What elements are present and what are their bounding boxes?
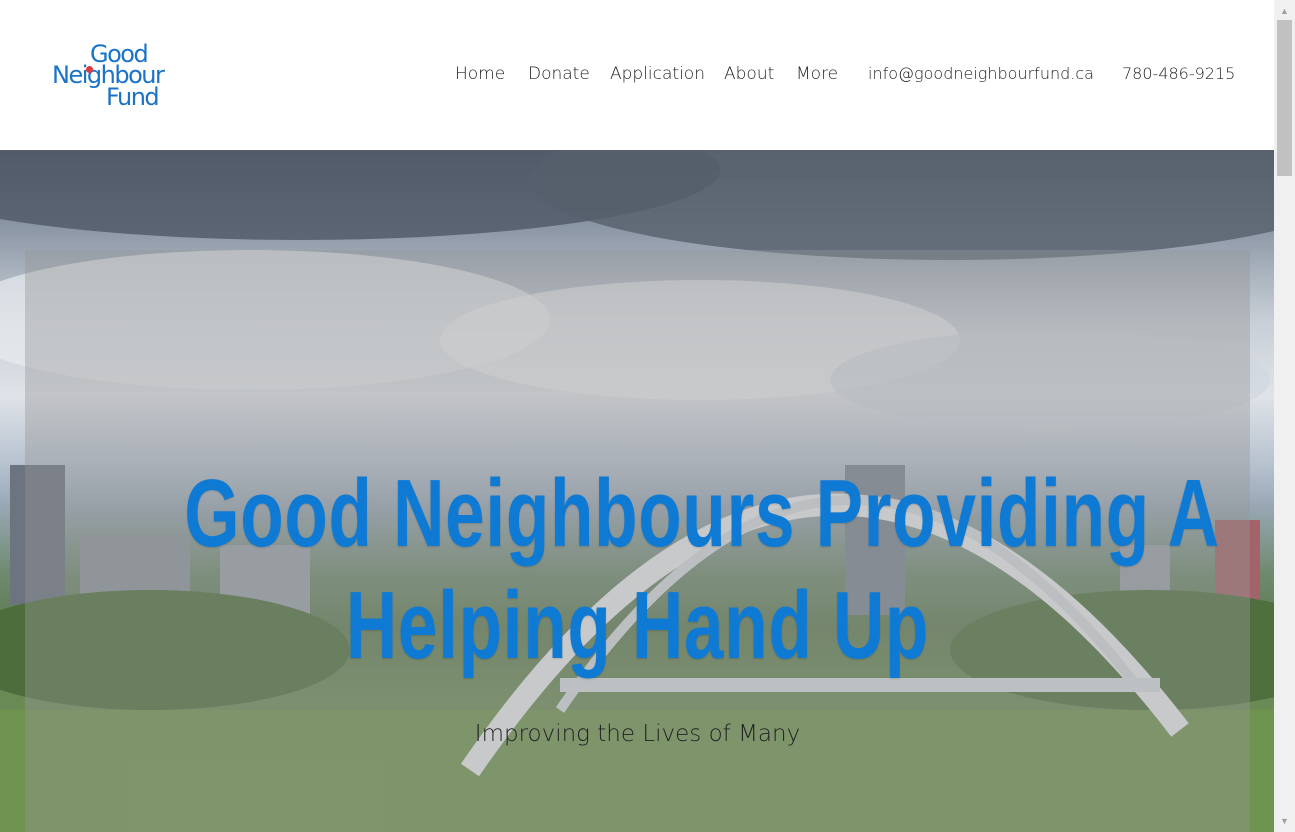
nav-about[interactable]: About xyxy=(724,64,774,84)
nav-donate[interactable]: Donate xyxy=(528,64,590,84)
triangle-up-icon[interactable]: ▲ xyxy=(1274,0,1295,20)
page-scrollbar[interactable]: ▲ ▼ xyxy=(1274,0,1295,832)
scrollbar-thumb[interactable] xyxy=(1277,20,1292,176)
hero-headline-line1: Good Neighbours Providing A xyxy=(184,460,1220,567)
site-logo[interactable]: Good Neighbour Fund xyxy=(52,42,184,110)
hero-headline: Good Neighbours Providing A Helping Hand… xyxy=(184,458,1220,682)
logo-red-dot xyxy=(86,66,93,73)
hero-headline-line2: Helping Hand Up xyxy=(345,572,930,679)
triangle-down-icon[interactable]: ▼ xyxy=(1274,812,1295,832)
site-header: Good Neighbour Fund Home Donate Applicat… xyxy=(0,0,1274,150)
logo-line-fund: Fund xyxy=(106,83,160,111)
hero-tagline: Improving the Lives of Many xyxy=(474,721,801,747)
nav-home[interactable]: Home xyxy=(455,64,505,84)
nav-more[interactable]: More xyxy=(796,64,838,84)
nav-application[interactable]: Application xyxy=(610,64,705,84)
hero-banner: Good Neighbours Providing A Helping Hand… xyxy=(0,150,1274,832)
contact-email-link[interactable]: info@goodneighbourfund.ca xyxy=(868,64,1094,83)
contact-phone-link[interactable]: 780-486-9215 xyxy=(1122,64,1235,83)
